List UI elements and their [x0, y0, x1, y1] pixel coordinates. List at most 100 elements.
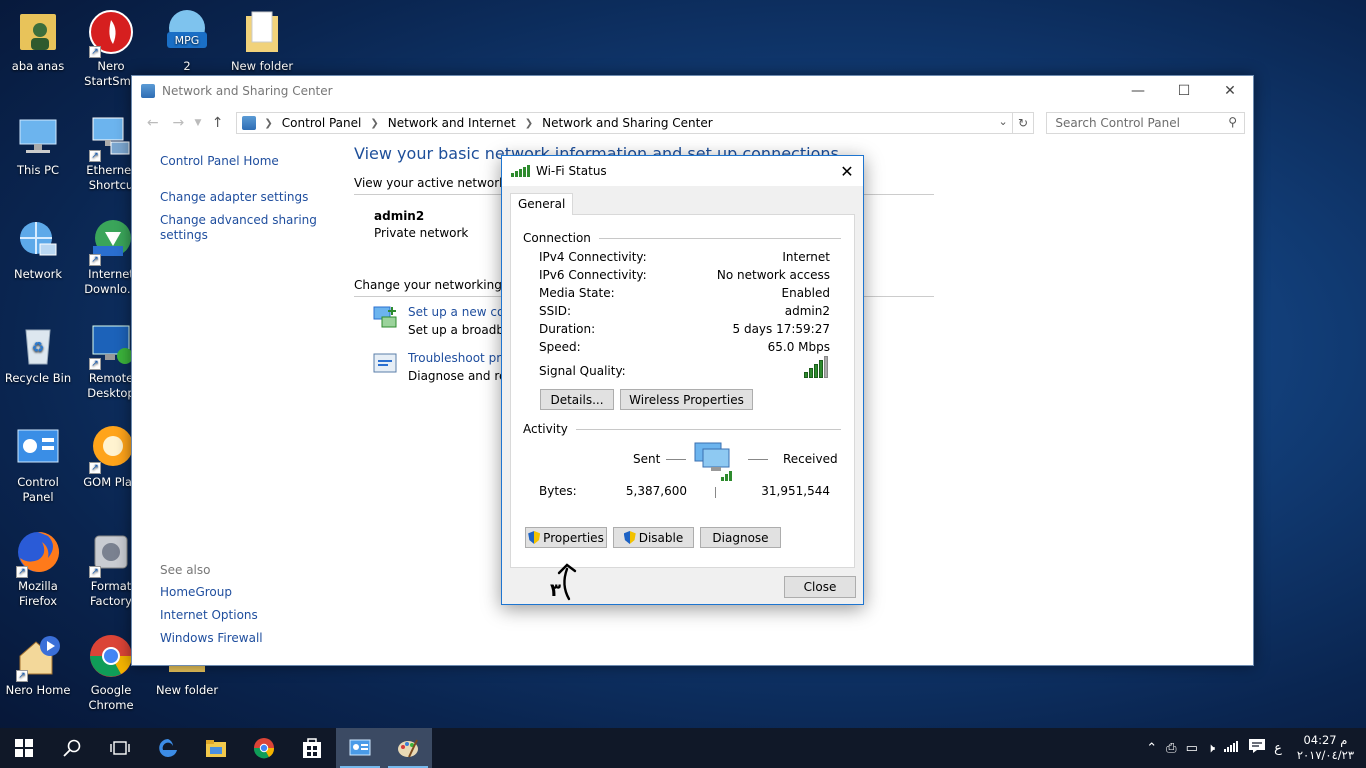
ipv4-value: Internet [782, 250, 830, 264]
ipv6-row: IPv6 Connectivity: No network access [539, 268, 830, 282]
signal-bar [824, 356, 828, 378]
language-indicator[interactable]: ع [1274, 741, 1282, 756]
disable-label: Disable [638, 530, 684, 545]
troubleshoot-link[interactable]: Troubleshoot prol [408, 351, 514, 366]
close-window-button[interactable]: ✕ [1207, 76, 1253, 106]
breadcrumb-network-internet[interactable]: Network and Internet [388, 116, 516, 130]
shortcut-arrow-icon: ↗ [89, 46, 101, 58]
media-state-label: Media State: [539, 286, 615, 300]
windows-firewall-link[interactable]: Windows Firewall [160, 631, 263, 646]
ipv4-label: IPv4 Connectivity: [539, 250, 647, 264]
chevron-right-icon: ❯ [370, 117, 379, 129]
remote-desktop-icon: ↗ [87, 320, 135, 370]
store-icon[interactable] [288, 728, 336, 768]
ipv6-label: IPv6 Connectivity: [539, 268, 647, 282]
sent-label: Sent [633, 452, 661, 466]
breadcrumb[interactable]: ❯ Control Panel ❯ Network and Internet ❯… [236, 112, 1013, 134]
details-button[interactable]: Details... [540, 389, 614, 410]
control-panel-icon [242, 116, 257, 130]
nero-home-icon: ↗ [14, 632, 62, 682]
recent-locations-icon[interactable]: ▼ [191, 118, 205, 128]
window-titlebar[interactable]: Network and Sharing Center — ☐ ✕ [132, 76, 1253, 106]
breadcrumb-network-sharing-center[interactable]: Network and Sharing Center [542, 116, 713, 130]
control-panel-home-link[interactable]: Control Panel Home [160, 154, 330, 169]
diagnose-button[interactable]: Diagnose [700, 527, 781, 548]
signal-quality-label: Signal Quality: [539, 364, 626, 378]
folder-icon [238, 8, 286, 56]
uac-shield-icon [623, 531, 636, 544]
search-icon[interactable] [48, 728, 96, 768]
file-explorer-icon[interactable] [192, 728, 240, 768]
desktop-icon-aba-anas[interactable]: aba anas [0, 8, 76, 74]
media-state-row: Media State: Enabled [539, 286, 830, 300]
maximize-button[interactable]: ☐ [1161, 76, 1207, 106]
desktop-icon-control-panel[interactable]: Control Panel [0, 424, 76, 505]
clock-time: 04:27 م [1303, 733, 1348, 747]
desktop-icon-recycle-bin[interactable]: ♻ Recycle Bin [0, 320, 76, 386]
bytes-received-value: 31,951,544 [761, 484, 830, 498]
desktop-icon-firefox[interactable]: ↗ Mozilla Firefox [0, 528, 76, 609]
clock[interactable]: 04:27 م ٢٠١٧/٠٤/٢٣ [1297, 733, 1354, 763]
volume-icon[interactable]: 🕨 [1207, 741, 1215, 756]
network-activity-icon [693, 439, 735, 486]
breadcrumb-control-panel[interactable]: Control Panel [282, 116, 362, 130]
left-pane: Control Panel Home Change adapter settin… [160, 154, 330, 251]
wifi-icon[interactable] [1224, 739, 1240, 757]
chevron-up-icon[interactable]: ⌃ [1146, 741, 1157, 756]
desktop-icon-nero-home[interactable]: ↗ Nero Home [0, 632, 76, 698]
action-center-icon[interactable] [1249, 739, 1266, 757]
wireless-properties-button[interactable]: Wireless Properties [620, 389, 753, 410]
minimize-button[interactable]: — [1115, 76, 1161, 106]
signal-bar [809, 368, 813, 378]
battery-icon[interactable]: ▭ [1186, 741, 1198, 756]
desktop-icon-mpg-file[interactable]: MPG 2 [149, 8, 225, 74]
bytes-sent-value: 5,387,600 [625, 484, 687, 498]
nero-icon: ↗ [87, 8, 135, 58]
shortcut-arrow-icon: ↗ [89, 150, 101, 162]
tab-general[interactable]: General [510, 193, 574, 215]
svg-text:♻: ♻ [32, 340, 45, 356]
mpg-badge: MPG [175, 34, 200, 47]
disable-button[interactable]: Disable [613, 527, 694, 548]
dialog-close-icon[interactable]: ✕ [831, 156, 863, 186]
control-panel-icon[interactable] [336, 728, 384, 768]
desktop-icon-new-folder[interactable]: New folder [224, 8, 300, 74]
address-bar-row: ← → ▼ ↑ ❯ Control Panel ❯ Network and In… [132, 106, 1253, 140]
dialog-titlebar[interactable]: Wi-Fi Status ✕ [502, 156, 863, 186]
change-adapter-settings-link[interactable]: Change adapter settings [160, 190, 330, 205]
printer-icon[interactable]: ⎙ [1166, 741, 1176, 756]
desktop-icon-network[interactable]: Network [0, 216, 76, 282]
received-label: Received [783, 452, 838, 466]
homegroup-link[interactable]: HomeGroup [160, 585, 263, 600]
window-title: Network and Sharing Center [162, 84, 333, 98]
mpg-file-icon: MPG [163, 8, 211, 56]
forward-button[interactable]: → [166, 115, 192, 131]
desktop-icon-computer[interactable]: This PC [0, 112, 76, 178]
shortcut-arrow-icon: ↗ [89, 254, 101, 266]
activity-header: Activity [523, 422, 568, 436]
change-advanced-sharing-link[interactable]: Change advanced sharing settings [160, 213, 330, 243]
properties-button[interactable]: Properties [525, 527, 607, 548]
chevron-right-icon: ❯ [264, 117, 273, 129]
internet-options-link[interactable]: Internet Options [160, 608, 263, 623]
firefox-icon: ↗ [14, 528, 62, 578]
troubleshoot-desc: Diagnose and rep [408, 369, 515, 383]
clock-date: ٢٠١٧/٠٤/٢٣ [1296, 748, 1354, 762]
search-input[interactable]: Search Control Panel ⚲ [1046, 112, 1245, 134]
edge-icon[interactable] [144, 728, 192, 768]
start-icon[interactable] [0, 728, 48, 768]
task-view-icon[interactable] [96, 728, 144, 768]
close-button[interactable]: Close [784, 576, 856, 598]
signal-bar [804, 372, 808, 378]
network-globe-icon [14, 216, 62, 264]
connection-group: Connection [523, 231, 841, 245]
chevron-down-icon[interactable]: ⌄ [998, 115, 1007, 128]
shortcut-arrow-icon: ↗ [89, 358, 101, 370]
refresh-button[interactable]: ↻ [1012, 112, 1035, 134]
control-panel-icon [14, 424, 62, 472]
speed-value: 65.0 Mbps [767, 340, 830, 354]
paint-icon[interactable] [384, 728, 432, 768]
chrome-icon[interactable] [240, 728, 288, 768]
back-button[interactable]: ← [140, 115, 166, 131]
up-button[interactable]: ↑ [205, 115, 231, 131]
